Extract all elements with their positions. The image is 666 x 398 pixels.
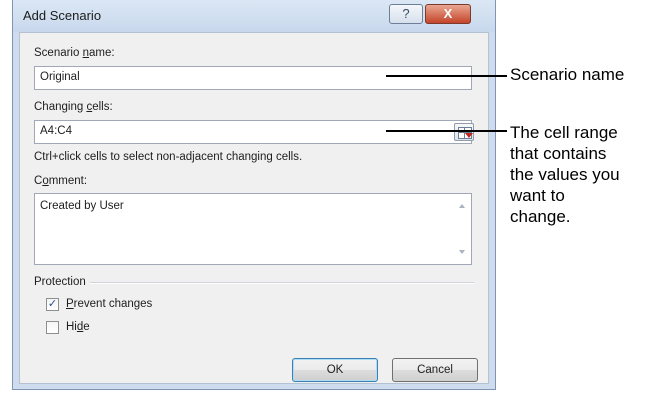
scroll-down-arrow-icon[interactable]: [459, 250, 465, 254]
comment-textarea[interactable]: Created by User: [34, 193, 472, 265]
hide-label-post: e: [83, 321, 90, 333]
cancel-button[interactable]: Cancel: [392, 358, 478, 382]
comment-label-post: mment:: [48, 175, 88, 187]
hide-checkbox[interactable]: [46, 321, 59, 334]
cell-range-callout-line-3: the values you: [510, 165, 620, 184]
comment-text: Created by User: [40, 200, 124, 212]
changing-cells-label-pre: Changing: [34, 101, 87, 113]
changing-cells-label-post: ells:: [92, 101, 113, 113]
scenario-name-callout-line: [386, 75, 507, 77]
ok-button[interactable]: OK: [292, 358, 378, 382]
changing-cells-label: Changing cells:: [34, 101, 113, 113]
close-button[interactable]: X: [425, 4, 471, 24]
comment-label: Comment:: [34, 175, 87, 187]
prevent-changes-label[interactable]: Prevent changes: [66, 298, 152, 310]
prevent-changes-label-accel: P: [66, 298, 74, 310]
red-arrow-icon: [465, 133, 473, 138]
scroll-up-arrow-icon[interactable]: [459, 204, 465, 208]
cell-range-callout-line: [386, 130, 507, 132]
hide-label-pre: Hi: [66, 321, 77, 333]
protection-label: Protection: [34, 276, 86, 288]
collapse-dialog-button[interactable]: [454, 123, 474, 141]
cell-range-callout-line-2: that contains: [510, 144, 607, 163]
cell-range-callout: The cell range that contains the values …: [510, 122, 620, 227]
changing-cells-hint: Ctrl+click cells to select non-adjacent …: [34, 151, 303, 163]
prevent-changes-checkbox[interactable]: ✓: [46, 298, 59, 311]
hide-label[interactable]: Hide: [66, 321, 90, 333]
scenario-name-label-post: ame:: [89, 47, 115, 59]
prevent-changes-label-post: revent changes: [73, 298, 153, 310]
cell-range-callout-line-1: The cell range: [510, 123, 618, 142]
cell-range-callout-line-5: change.: [510, 207, 571, 226]
scenario-name-callout: Scenario name: [510, 65, 625, 84]
changing-cells-input[interactable]: A4:C4: [34, 120, 472, 144]
cell-range-callout-line-4: want to: [510, 186, 565, 205]
title-bar[interactable]: Add Scenario ? X: [13, 0, 495, 32]
scenario-name-label-pre: Scenario: [34, 47, 83, 59]
scenario-name-input[interactable]: Original: [34, 66, 472, 90]
help-button[interactable]: ?: [389, 4, 423, 24]
add-scenario-dialog: Add Scenario ? X Scenario name: Original…: [12, 0, 496, 390]
scenario-name-label: Scenario name:: [34, 47, 115, 59]
dialog-title: Add Scenario: [23, 8, 102, 23]
dialog-body: Scenario name: Original Changing cells: …: [19, 32, 489, 384]
protection-divider: [90, 282, 474, 284]
